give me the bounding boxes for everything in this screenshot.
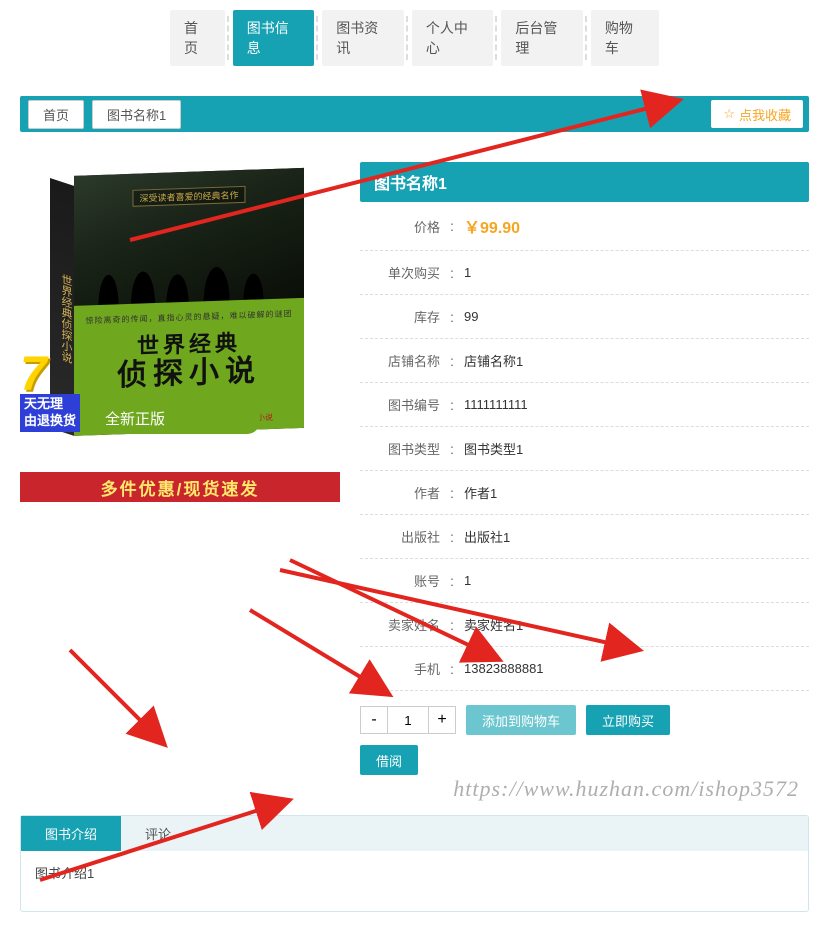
info-value: 99 — [464, 309, 809, 324]
breadcrumb-current: 图书名称1 — [92, 100, 181, 129]
book-info-panel: 图书名称1 价格:￥99.90单次购买:1库存:99店铺名称:店铺名称1图书编号… — [360, 162, 809, 775]
quantity-stepper: - + — [360, 706, 456, 734]
info-row: 图书类型:图书类型1 — [360, 427, 809, 471]
nav-cart[interactable]: 购物车 — [591, 10, 659, 66]
favorite-button[interactable]: ☆ 点我收藏 — [711, 100, 803, 128]
qty-minus-button[interactable]: - — [360, 706, 388, 734]
nav-book-news[interactable]: 图书资讯 — [322, 10, 404, 66]
book-title: 图书名称1 — [360, 162, 809, 202]
promo7-line2: 由退换货 — [24, 413, 76, 428]
book-top-tag: 深受读者喜爱的经典名作 — [132, 186, 245, 207]
top-nav: 首页 图书信息 图书资讯 个人中心 后台管理 购物车 — [0, 0, 829, 76]
info-label: 出版社 — [360, 527, 440, 546]
action-row: - + 添加到购物车 立即购买 — [360, 705, 809, 735]
qty-input[interactable] — [388, 706, 428, 734]
info-label: 单次购买 — [360, 263, 440, 282]
promo7-line1: 天无理 — [24, 396, 63, 411]
add-to-cart-button[interactable]: 添加到购物车 — [466, 705, 576, 735]
info-value: 1 — [464, 573, 809, 588]
nav-book-info[interactable]: 图书信息 — [233, 10, 315, 66]
info-label: 图书编号 — [360, 395, 440, 414]
buy-now-button[interactable]: 立即购买 — [586, 705, 670, 735]
detail-tabs: 图书介绍 评论 图书介绍1 — [20, 815, 809, 912]
info-label: 图书类型 — [360, 439, 440, 458]
info-row: 价格:￥99.90 — [360, 202, 809, 251]
info-value: 作者1 — [464, 483, 809, 502]
nav-admin[interactable]: 后台管理 — [501, 10, 583, 66]
breadcrumb-bar: 首页 图书名称1 ☆ 点我收藏 — [20, 96, 809, 132]
info-value: 出版社1 — [464, 527, 809, 546]
nav-user-center[interactable]: 个人中心 — [412, 10, 494, 66]
badge-new: 全新正版 — [105, 408, 260, 434]
main-content: 世界经典侦探小说 深受读者喜爱的经典名作 惊险离奇的传闻，直指心灵的悬疑，难以破… — [0, 142, 829, 795]
info-label: 账号 — [360, 571, 440, 590]
info-row: 账号:1 — [360, 559, 809, 603]
watermark: https://www.huzhan.com/ishop3572 — [453, 776, 799, 802]
promo-7days: 7 天无理 由退换货 — [20, 356, 80, 432]
seven-icon: 7 — [20, 356, 80, 394]
promo-strip: 多件优惠/现货速发 — [20, 472, 340, 502]
info-label: 作者 — [360, 483, 440, 502]
info-label: 手机 — [360, 659, 440, 678]
info-label: 卖家姓名 — [360, 615, 440, 634]
book-cover: 世界经典侦探小说 深受读者喜爱的经典名作 惊险离奇的传闻，直指心灵的悬疑，难以破… — [20, 162, 340, 472]
breadcrumb-home[interactable]: 首页 — [28, 100, 84, 129]
info-row: 单次购买:1 — [360, 251, 809, 295]
borrow-button[interactable]: 借阅 — [360, 745, 418, 775]
info-value: 1 — [464, 265, 809, 280]
qty-plus-button[interactable]: + — [428, 706, 456, 734]
info-row: 图书编号:1111111111 — [360, 383, 809, 427]
nav-home[interactable]: 首页 — [170, 10, 225, 66]
info-label: 库存 — [360, 307, 440, 326]
info-value: ￥99.90 — [464, 214, 809, 238]
info-value: 卖家姓名1 — [464, 615, 809, 634]
info-row: 库存:99 — [360, 295, 809, 339]
info-label: 店铺名称 — [360, 351, 440, 370]
info-value: 1111111111 — [464, 397, 809, 412]
tab-content: 图书介绍1 — [21, 851, 808, 911]
tab-comments[interactable]: 评论 — [121, 816, 195, 851]
favorite-label: 点我收藏 — [739, 105, 791, 124]
tab-intro[interactable]: 图书介绍 — [21, 816, 121, 851]
book-cover-wrap: 世界经典侦探小说 深受读者喜爱的经典名作 惊险离奇的传闻，直指心灵的悬疑，难以破… — [20, 162, 340, 502]
info-row: 出版社:出版社1 — [360, 515, 809, 559]
info-row: 卖家姓名:卖家姓名1 — [360, 603, 809, 647]
star-icon: ☆ — [723, 106, 735, 122]
info-row: 手机:13823888881 — [360, 647, 809, 691]
info-label: 价格 — [360, 217, 440, 236]
info-value: 13823888881 — [464, 661, 809, 676]
info-row: 店铺名称:店铺名称1 — [360, 339, 809, 383]
info-value: 图书类型1 — [464, 439, 809, 458]
info-value: 店铺名称1 — [464, 351, 809, 370]
info-row: 作者:作者1 — [360, 471, 809, 515]
